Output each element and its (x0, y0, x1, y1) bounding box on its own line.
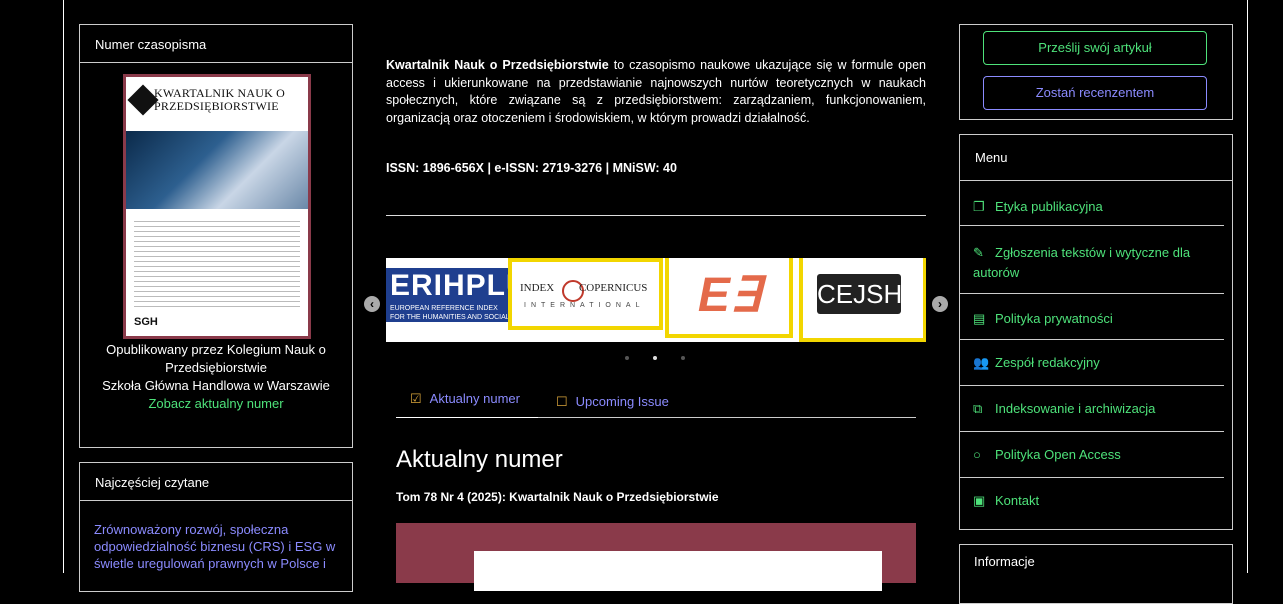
e3-logo-text: E∃ (697, 269, 761, 322)
cover-contents (134, 217, 300, 309)
calendar-check-icon: ☑ (410, 391, 422, 406)
menu-item-indeksowanie-label: Indeksowanie i archiwizacja (995, 401, 1156, 416)
most-read-line-2: odpowiedzialność biznesu (CRS) i ESG w (94, 539, 336, 554)
erihplus-logo-text: ERIHPLUS (386, 268, 549, 304)
users-icon: 👥 (973, 355, 990, 370)
cover-publisher-mark: SGH (134, 316, 158, 328)
edit-icon: ✎ (973, 245, 984, 260)
issue-cover-inner (474, 551, 882, 591)
menu-item-open-access[interactable]: ○ Polityka Open Access (959, 432, 1224, 478)
journal-intro: Kwartalnik Nauk o Przedsiębiorstwie to c… (386, 57, 926, 127)
document-icon: ▤ (973, 311, 986, 326)
intro-journal-name: Kwartalnik Nauk o Przedsiębiorstwie (386, 58, 609, 72)
issue-tabs: ☑ Aktualny numer ☐ Upcoming Issue (396, 384, 916, 418)
contact-icon: ▣ (973, 493, 986, 508)
menu-item-kontakt[interactable]: ▣ Kontakt (959, 478, 1224, 524)
menu-item-zespol[interactable]: 👥 Zespół redakcyjny (959, 340, 1224, 386)
menu-item-zgloszenia-label: Zgłoszenia tekstów i wytyczne dla autoró… (973, 245, 1191, 280)
cejsh-logo-text: CEJSH (817, 274, 902, 314)
carousel-dot-2[interactable] (653, 356, 657, 360)
frame-right-line (1247, 0, 1248, 573)
tab-current-issue[interactable]: ☑ Aktualny numer (410, 391, 520, 407)
menu-item-kontakt-label: Kontakt (995, 493, 1040, 508)
menu-item-indeksowanie[interactable]: ⧉ Indeksowanie i archiwizacja (959, 386, 1224, 432)
info-box: Informacje (959, 544, 1233, 604)
menu-item-open-access-label: Polityka Open Access (995, 447, 1121, 462)
cover-title: KWARTALNIK NAUK O PRZEDSIĘBIORSTWIE (154, 86, 286, 113)
info-title: Informacje (974, 554, 1035, 569)
intro-divider (386, 215, 926, 216)
published-by-line-3: Szkoła Główna Handlowa w Warszawie (102, 378, 330, 393)
published-by: Opublikowany przez Kolegium Nauk o Przed… (80, 341, 352, 413)
cover-photo (126, 131, 308, 209)
issue-box: Numer czasopisma KWARTALNIK NAUK O PRZED… (79, 24, 353, 448)
published-by-line-1: Opublikowany przez Kolegium Nauk o (106, 342, 326, 357)
menu-item-zespol-label: Zespół redakcyjny (995, 355, 1100, 370)
carousel-next-button[interactable]: › (932, 296, 948, 312)
menu-item-polityka-prywatnosci-label: Polityka prywatności (995, 311, 1113, 326)
journal-cover[interactable]: KWARTALNIK NAUK O PRZEDSIĘBIORSTWIE SGH (123, 74, 311, 339)
most-read-title: Najczęściej czytane (80, 463, 352, 501)
most-read-line-3: świetle uregulowań prawnych w Polsce i (94, 556, 326, 571)
issue-box-title: Numer czasopisma (80, 25, 352, 63)
active-tab-indicator (396, 417, 538, 418)
frame-left-line (63, 0, 64, 573)
menu-title: Menu (960, 135, 1232, 181)
issn-line: ISSN: 1896-656X | e-ISSN: 2719-3276 | MN… (386, 161, 677, 175)
cejsh-logo[interactable]: CEJSH (799, 258, 926, 342)
index-copernicus-subtext: INTERNATIONAL (524, 302, 645, 309)
menu-item-etyka[interactable]: ❐ Etyka publikacyjna (959, 180, 1224, 226)
index-copernicus-logo[interactable]: INDEX COPERNICUS INTERNATIONAL (508, 258, 663, 330)
carousel-prev-button[interactable]: ‹ (364, 296, 380, 312)
carousel-dot-3[interactable] (681, 356, 685, 360)
tab-current-issue-label: Aktualny numer (429, 391, 520, 406)
calendar-icon: ☐ (556, 394, 568, 409)
indexing-carousel: ERIHPLUS EUROPEAN REFERENCE INDEX FOR TH… (386, 258, 926, 342)
most-read-line-1: Zrównoważony rozwój, społeczna (94, 522, 289, 537)
tab-upcoming-issue[interactable]: ☐ Upcoming Issue (556, 394, 669, 410)
menu-item-etyka-label: Etyka publikacyjna (995, 199, 1103, 214)
erihplus-logo-subtext: EUROPEAN REFERENCE INDEX FOR THE HUMANIT… (386, 304, 516, 322)
most-read-article-link[interactable]: Zrównoważony rozwój, społeczna odpowiedz… (94, 521, 335, 572)
menu-item-zgloszenia[interactable]: ✎ Zgłoszenia tekstów i wytyczne dla autor… (959, 226, 1224, 294)
erihplus-logo[interactable]: ERIHPLUS EUROPEAN REFERENCE INDEX FOR TH… (386, 268, 549, 322)
sitemap-icon: ⧉ (973, 401, 983, 416)
current-issue-link[interactable]: Zobacz aktualny numer (80, 395, 352, 413)
tab-upcoming-issue-label: Upcoming Issue (575, 394, 669, 409)
circle-icon: ○ (973, 447, 981, 462)
menu-item-polityka-prywatnosci[interactable]: ▤ Polityka prywatności (959, 294, 1224, 340)
issue-subtitle: Tom 78 Nr 4 (2025): Kwartalnik Nauk o Pr… (396, 490, 719, 504)
e3-logo[interactable]: E∃ (665, 258, 793, 338)
page-heading: Aktualny numer (396, 446, 563, 473)
carousel-dot-1[interactable] (625, 356, 629, 360)
index-copernicus-text: INDEX COPERNICUS (520, 282, 648, 294)
published-by-line-2: Przedsiębiorstwie (165, 360, 267, 375)
issue-cover-image[interactable] (396, 523, 916, 591)
submit-article-button[interactable]: Prześlij swój artykuł (983, 31, 1207, 65)
become-reviewer-button[interactable]: Zostań recenzentem (983, 76, 1207, 110)
